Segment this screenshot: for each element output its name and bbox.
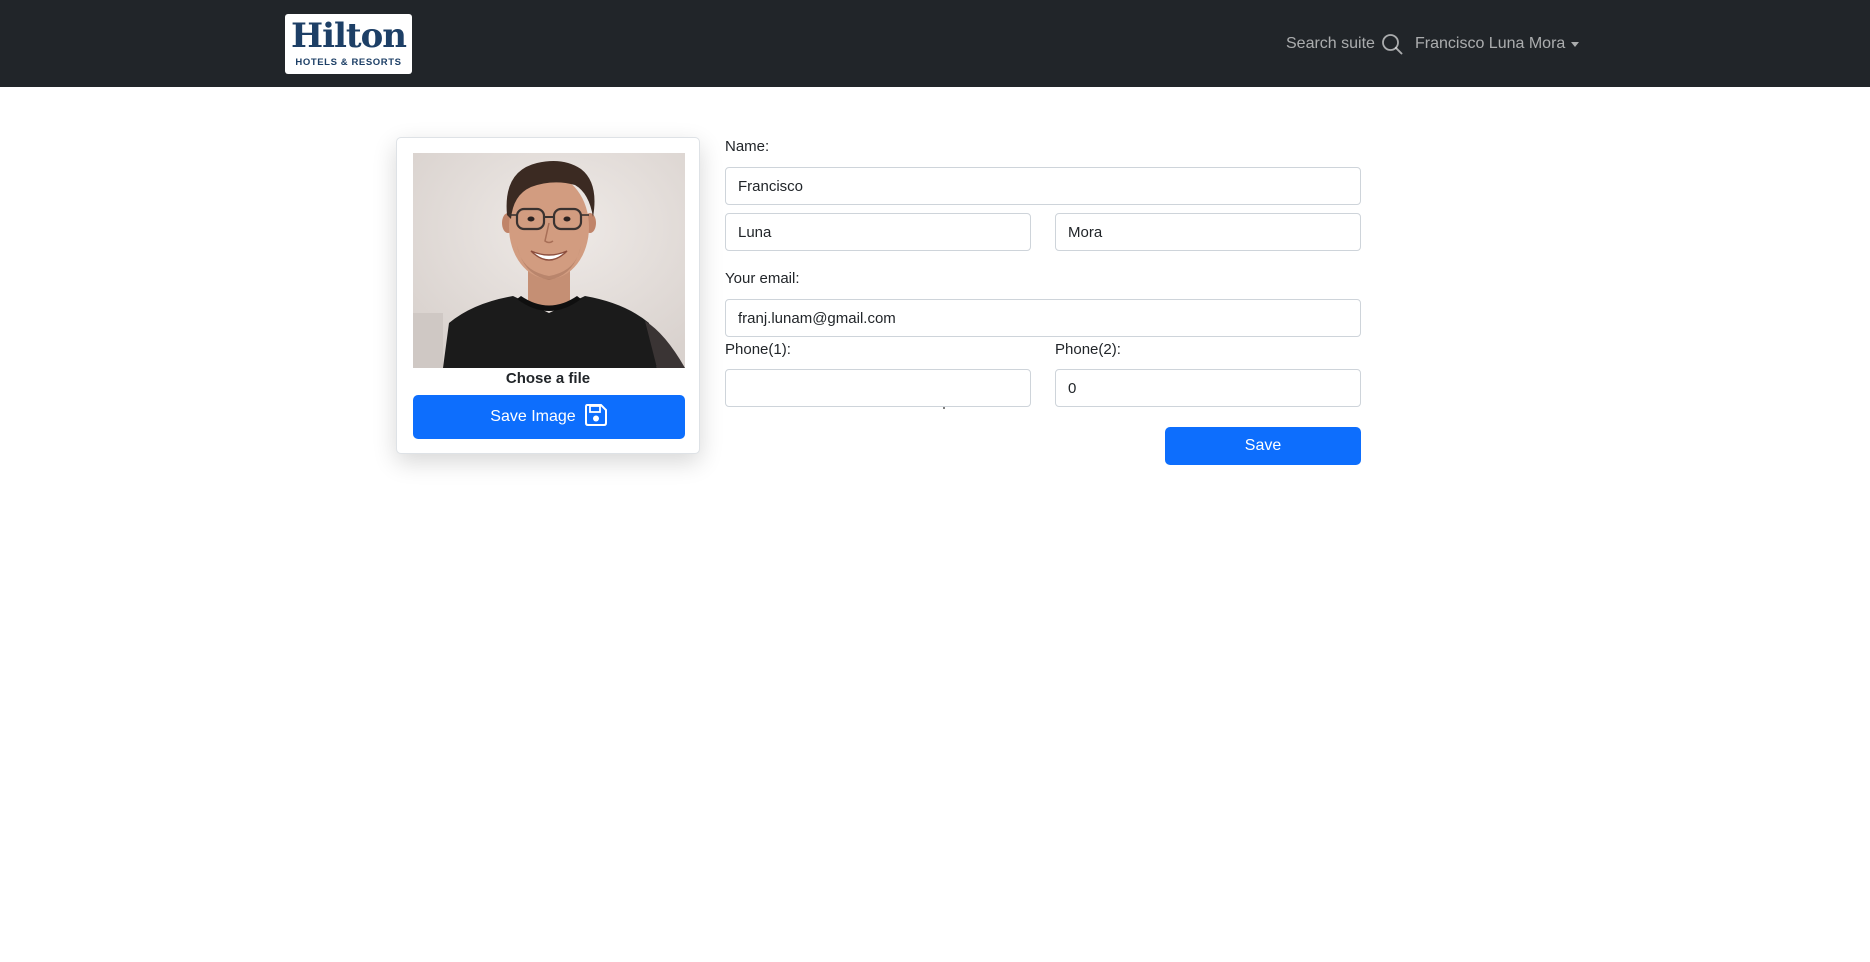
phone2-input[interactable] xyxy=(1055,369,1361,407)
first-name-input[interactable] xyxy=(725,167,1361,205)
last-name-1-input[interactable] xyxy=(725,213,1031,251)
user-name: Francisco Luna Mora xyxy=(1415,35,1566,52)
save-button[interactable]: Save xyxy=(1165,427,1361,465)
chose-file-label[interactable]: Chose a file xyxy=(397,370,699,387)
logo-title: Hilton xyxy=(290,15,407,56)
hilton-logo[interactable]: Hilton HOTELS & RESORTS xyxy=(285,14,412,74)
profile-image-card: Chose a file Save Image xyxy=(396,137,700,454)
profile-photo xyxy=(413,153,685,368)
search-suite-label: Search suite xyxy=(1286,35,1375,52)
top-navbar: Hilton HOTELS & RESORTS Search suite Fra… xyxy=(0,0,1870,87)
search-suite-link[interactable]: Search suite xyxy=(1286,31,1403,57)
save-image-button[interactable]: Save Image xyxy=(413,395,685,439)
phone2-label: Phone(2): xyxy=(1055,341,1121,358)
user-dropdown-toggle[interactable]: Francisco Luna Mora xyxy=(1415,31,1580,57)
validation-dot xyxy=(943,407,945,409)
search-icon xyxy=(1381,33,1403,55)
email-label: Your email: xyxy=(725,270,800,287)
name-label: Name: xyxy=(725,138,770,155)
floppy-disk-icon xyxy=(584,403,608,432)
email-input[interactable] xyxy=(725,299,1361,337)
logo-subtitle: HOTELS & RESORTS xyxy=(295,56,402,68)
phone1-label: Phone(1): xyxy=(725,341,791,358)
save-image-label: Save Image xyxy=(490,408,576,425)
caret-down-icon xyxy=(1571,42,1580,47)
last-name-2-input[interactable] xyxy=(1055,213,1361,251)
phone1-input[interactable] xyxy=(725,369,1031,407)
